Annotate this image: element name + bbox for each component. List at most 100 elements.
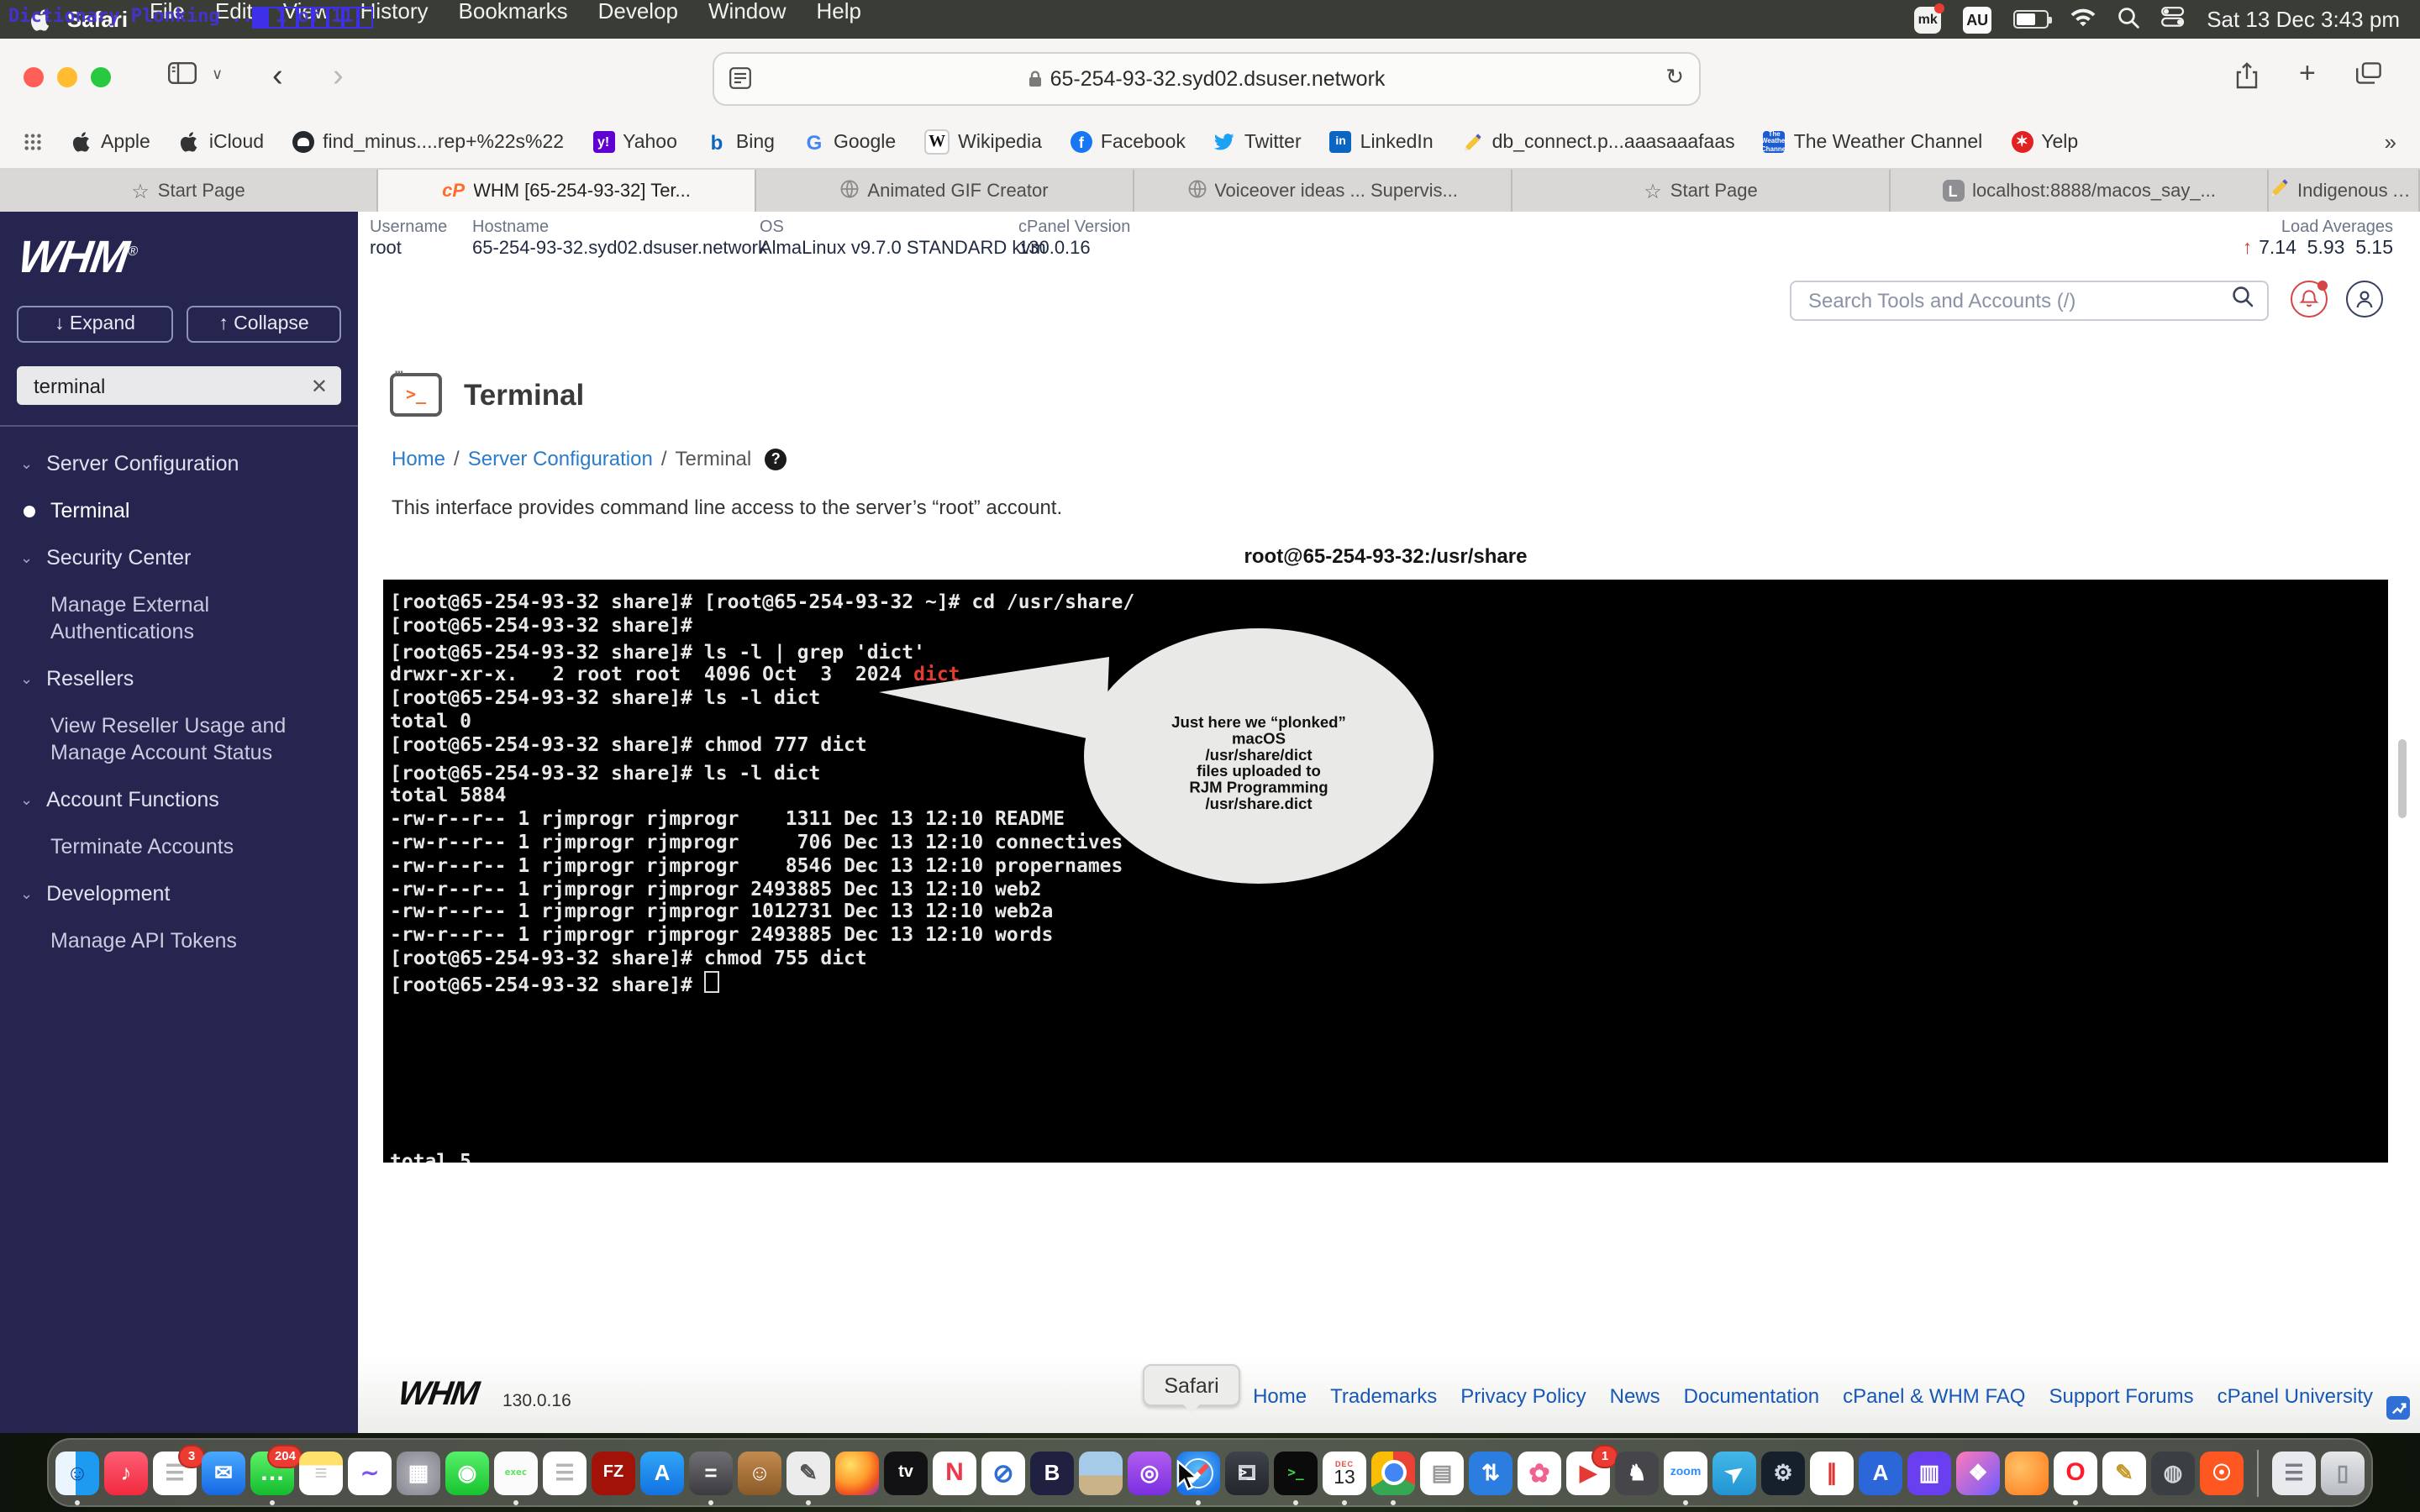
dock-icon-steam[interactable]: ⚙ — [1761, 1451, 1805, 1494]
footer-link-home[interactable]: Home — [1253, 1384, 1307, 1408]
footer-link-privacy-policy[interactable]: Privacy Policy — [1460, 1384, 1586, 1408]
dock-icon-chess[interactable]: ♞ — [1615, 1451, 1659, 1494]
terminal-pane[interactable]: [root@65-254-93-32 share]# [root@65-254-… — [383, 580, 2388, 1163]
search-icon[interactable] — [2232, 286, 2254, 316]
dock-icon-music[interactable]: ♪ — [104, 1451, 148, 1494]
dock-icon-facetime[interactable]: ◉ — [445, 1451, 489, 1494]
bookmark-item[interactable]: iCloud — [179, 131, 264, 153]
collapse-button[interactable]: ↑ Collapse — [187, 306, 341, 343]
dock-icon-opera[interactable]: O — [2054, 1451, 2097, 1494]
bookmark-item[interactable]: TheWeatherChannelThe Weather Channel — [1764, 131, 1983, 153]
forward-button[interactable]: › — [333, 62, 344, 92]
mackeeper-menu-icon[interactable]: mk — [1914, 6, 1941, 33]
page-format-icon[interactable] — [729, 67, 751, 94]
tools-search-input[interactable] — [1805, 287, 2232, 314]
help-icon[interactable]: ? — [765, 448, 786, 470]
bookmark-item[interactable]: inLinkedIn — [1330, 131, 1434, 153]
bookmark-item[interactable]: Apple — [71, 131, 150, 153]
dock-icon-apple-tv[interactable]: tv — [884, 1451, 928, 1494]
dock-icon-notes[interactable]: ≡ — [299, 1451, 343, 1494]
share-icon[interactable] — [2235, 62, 2259, 97]
dock-icon-contacts[interactable]: ☺ — [738, 1451, 781, 1494]
bookmark-item[interactable]: fFacebook — [1071, 131, 1186, 153]
dock-icon-gimp[interactable]: ✎ — [786, 1451, 830, 1494]
footer-link-trademarks[interactable]: Trademarks — [1330, 1384, 1437, 1408]
dock-icon-calendar[interactable]: DEC13 — [1323, 1451, 1366, 1494]
address-bar[interactable]: 65-254-93-32.syd02.dsuser.network ↻ — [713, 52, 1701, 106]
dock-icon-transmit[interactable]: ⇅ — [1469, 1451, 1512, 1494]
breadcrumb-link-server-configuration[interactable]: Server Configuration — [468, 447, 653, 470]
wifi-icon[interactable] — [2070, 7, 2096, 32]
sidebar-section-resellers[interactable]: ⌄Resellers — [0, 655, 358, 702]
tab-overview-icon[interactable] — [2356, 62, 2381, 92]
footer-link-support-forums[interactable]: Support Forums — [2049, 1384, 2194, 1408]
menu-bar-clock[interactable]: Sat 13 Dec 3:43 pm — [2207, 7, 2400, 32]
dock-icon-film-app[interactable]: ▥ — [1907, 1451, 1951, 1494]
bookmark-item[interactable]: ✶Yelp — [2011, 131, 2078, 153]
menu-item-develop[interactable]: Develop — [598, 0, 678, 41]
spotlight-icon[interactable] — [2118, 6, 2139, 33]
metrics-icon[interactable] — [2386, 1396, 2410, 1420]
clear-search-icon[interactable]: ✕ — [311, 374, 328, 397]
battery-icon[interactable] — [2013, 10, 2049, 29]
dock-icon-image-viewer[interactable] — [1079, 1451, 1123, 1494]
dock-icon-writer[interactable]: A — [1859, 1451, 1902, 1494]
dock-icon-media-player[interactable]: ▶1 — [1566, 1451, 1610, 1494]
dock-icon-app-store[interactable]: A — [640, 1451, 684, 1494]
tab-1[interactable]: ☆Start Page — [0, 170, 378, 212]
footer-link-cpanel-whm-faq[interactable]: cPanel & WHM FAQ — [1843, 1384, 2025, 1408]
dock-icon-shortcuts[interactable]: ❖ — [1956, 1451, 2000, 1494]
dock-icon-news[interactable]: N — [933, 1451, 976, 1494]
bookmark-item[interactable]: bBing — [706, 131, 775, 153]
close-window-button[interactable] — [24, 67, 44, 87]
dock-icon-disc-burner[interactable]: ◍ — [2151, 1451, 2195, 1494]
reload-icon[interactable]: ↻ — [1665, 64, 1684, 91]
dock-icon-finder[interactable]: ☺ — [55, 1451, 99, 1494]
zoom-window-button[interactable] — [91, 67, 111, 87]
dock-icon-telegram[interactable]: ➤ — [1712, 1451, 1756, 1494]
dock-icon-reminders[interactable]: ☰3 — [153, 1451, 197, 1494]
control-center-icon[interactable] — [2161, 7, 2185, 32]
bookmark-item[interactable]: WWikipedia — [924, 129, 1042, 155]
dock-icon-terminal-utility[interactable]: >_ — [1225, 1451, 1269, 1494]
menu-item-help[interactable]: Help — [817, 0, 862, 41]
tab-4[interactable]: Voiceover ideas ... Supervis... — [1134, 170, 1512, 212]
bookmark-item[interactable]: find_minus....rep+%22s%22 — [292, 131, 564, 153]
sidebar-section-account-functions[interactable]: ⌄Account Functions — [0, 776, 358, 823]
breadcrumb-link-home[interactable]: Home — [392, 447, 445, 470]
minimize-window-button[interactable] — [57, 67, 77, 87]
sidebar-item-terminal[interactable]: Terminal — [0, 487, 356, 534]
sidebar-item-view-reseller-usage-and-manage-account-status[interactable]: View Reseller Usage and Manage Account S… — [0, 702, 356, 776]
scrollbar-thumb[interactable] — [2398, 739, 2407, 818]
expand-button[interactable]: ↓ Expand — [17, 306, 173, 343]
dock-icon-mail[interactable]: ✉ — [202, 1451, 245, 1494]
sidebar-section-security-center[interactable]: ⌄Security Center — [0, 534, 358, 581]
dock-icon-zoom[interactable]: zoom — [1664, 1451, 1707, 1494]
dock-icon-chrome[interactable] — [1371, 1451, 1415, 1494]
dock-icon-freeform[interactable]: ∼ — [348, 1451, 392, 1494]
dock-icon-trash[interactable]: ▯ — [2321, 1451, 2365, 1494]
dock-icon-design-tool[interactable]: ✎ — [2102, 1451, 2146, 1494]
sidebar-item-terminate-accounts[interactable]: Terminate Accounts — [0, 823, 356, 870]
account-avatar-icon[interactable] — [2346, 281, 2383, 318]
sidebar-search-input[interactable] — [30, 372, 311, 399]
bookmark-item[interactable]: y!Yahoo — [592, 131, 677, 153]
bookmark-grid-icon[interactable] — [24, 133, 42, 151]
sidebar-item-manage-api-tokens[interactable]: Manage API Tokens — [0, 917, 356, 964]
sidebar-section-development[interactable]: ⌄Development — [0, 870, 358, 917]
dock-icon-firefox[interactable] — [835, 1451, 879, 1494]
footer-link-news[interactable]: News — [1610, 1384, 1660, 1408]
dock-icon-robot-app[interactable]: ☉ — [2200, 1451, 2244, 1494]
dock-icon-calculator[interactable]: = — [689, 1451, 733, 1494]
sidebar-section-server-configuration[interactable]: ⌄Server Configuration — [0, 440, 358, 487]
new-tab-button[interactable]: + — [2299, 57, 2316, 91]
footer-link-cpanel-university[interactable]: cPanel University — [2217, 1384, 2373, 1408]
dock-icon-filezilla[interactable]: FZ — [592, 1451, 635, 1494]
sidebar-chevron-icon[interactable]: ∨ — [212, 66, 223, 84]
dock-icon-parallels[interactable]: ∥ — [1810, 1451, 1854, 1494]
dock-icon-pages-doc[interactable]: ▤ — [1420, 1451, 1464, 1494]
bookmark-item[interactable]: db_connect.p...aaasaaafaas — [1462, 131, 1735, 153]
back-button[interactable]: ‹ — [272, 62, 283, 92]
dock-icon-documents-stack[interactable]: ☰ — [2272, 1451, 2316, 1494]
tab-6[interactable]: Llocalhost:8888/macos_say_... — [1891, 170, 2269, 212]
